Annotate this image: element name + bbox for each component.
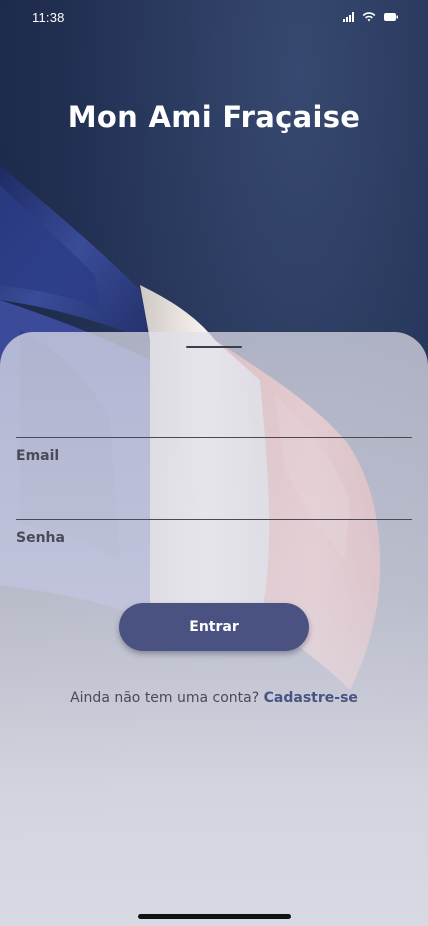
login-sheet: Email Senha Entrar Ainda não tem uma con… bbox=[0, 332, 428, 926]
email-field-group bbox=[16, 397, 412, 439]
status-bar: 11:38 bbox=[0, 0, 428, 34]
wifi-icon bbox=[362, 12, 376, 22]
signup-row: Ainda não tem uma conta? Cadastre-se bbox=[0, 690, 428, 706]
home-indicator[interactable] bbox=[138, 914, 291, 919]
status-time: 11:38 bbox=[32, 9, 65, 25]
login-screen: 11:38 Mon Ami Fraçaise Email Senha Entra… bbox=[0, 0, 428, 926]
email-label: Email bbox=[16, 448, 60, 464]
sheet-handle[interactable] bbox=[186, 346, 242, 348]
signup-prompt: Ainda não tem uma conta? bbox=[70, 690, 264, 706]
battery-icon bbox=[384, 13, 398, 21]
password-input[interactable] bbox=[16, 479, 412, 520]
app-title: Mon Ami Fraçaise bbox=[67, 100, 361, 134]
password-field-group bbox=[16, 479, 412, 521]
password-label: Senha bbox=[16, 530, 65, 546]
login-button[interactable]: Entrar bbox=[119, 603, 309, 651]
signup-link[interactable]: Cadastre-se bbox=[264, 690, 358, 706]
email-input[interactable] bbox=[16, 397, 412, 438]
status-icons bbox=[343, 12, 398, 22]
signal-icon bbox=[343, 12, 354, 22]
